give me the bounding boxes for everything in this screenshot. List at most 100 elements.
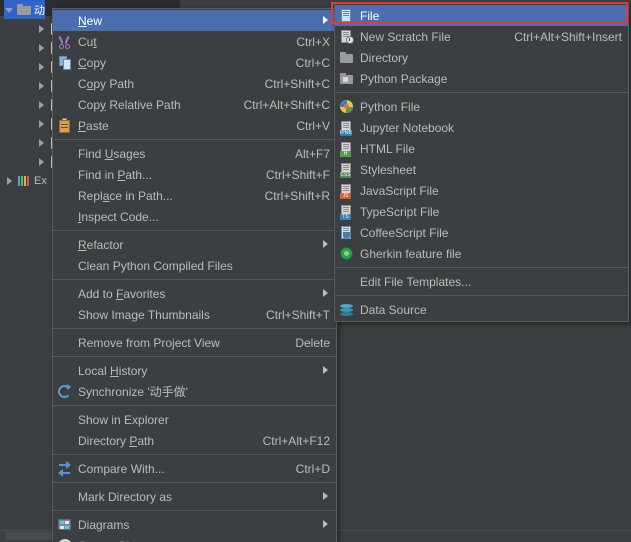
menu-item-icon-placeholder <box>57 209 73 225</box>
menu-item-label: Show in Explorer <box>78 412 169 427</box>
folder-icon <box>17 3 31 17</box>
menu-item-shortcut: Ctrl+Alt+Shift+C <box>243 97 330 112</box>
menu-item-label: Copy Path <box>78 76 135 91</box>
tree-row[interactable]: 动 <box>4 0 45 19</box>
menu-item-label: New Scratch File <box>360 29 451 44</box>
gherkin-file-icon <box>339 246 355 262</box>
menu-item-stylesheet[interactable]: CSS Stylesheet <box>335 159 628 180</box>
menu-item-shortcut: Ctrl+V <box>296 118 330 133</box>
menu-item-edit-file-templates[interactable]: Edit File Templates... <box>335 271 628 292</box>
menu-item-copy-relative-path[interactable]: Copy Relative Path Ctrl+Alt+Shift+C <box>53 94 336 115</box>
menu-separator <box>335 92 628 93</box>
tree-spacer <box>36 23 48 35</box>
scissors-icon <box>57 34 73 50</box>
javascript-file-icon: JS <box>339 183 355 199</box>
menu-item-copy[interactable]: Copy Ctrl+C <box>53 52 336 73</box>
menu-item-label: JavaScript File <box>360 183 439 198</box>
menu-item-jupyter-notebook[interactable]: IPNB Jupyter Notebook <box>335 117 628 138</box>
menu-item-label: Mark Directory as <box>78 489 173 504</box>
menu-item-icon-placeholder <box>57 433 73 449</box>
tree-spacer <box>36 99 48 111</box>
submenu-arrow-icon <box>321 520 330 529</box>
menu-item-diagrams[interactable]: Diagrams <box>53 514 336 535</box>
synchronize-icon <box>57 383 73 400</box>
menu-item-refactor[interactable]: Refactor <box>53 234 336 255</box>
menu-item-shortcut: Alt+F7 <box>294 146 330 161</box>
menu-item-shortcut: Ctrl+C <box>295 55 330 70</box>
menu-item-paste[interactable]: Paste Ctrl+V <box>53 115 336 136</box>
menu-item-label: New <box>78 13 103 28</box>
menu-item-create-gist[interactable]: Create Gist... <box>53 535 336 542</box>
submenu-arrow-icon <box>321 16 330 25</box>
python-file-icon <box>339 99 355 115</box>
menu-item-synchronize-动手做[interactable]: Synchronize '动手做' <box>53 381 336 402</box>
menu-item-icon-placeholder <box>57 363 73 379</box>
new-submenu[interactable]: File New Scratch File Ctrl+Alt+Shift+Inser… <box>334 3 629 322</box>
tree-spacer <box>36 118 48 130</box>
menu-item-typescript-file[interactable]: TS TypeScript File <box>335 201 628 222</box>
menu-item-icon-placeholder <box>57 489 73 505</box>
tree-spacer <box>36 137 48 149</box>
menu-item-find-usages[interactable]: Find Usages Alt+F7 <box>53 143 336 164</box>
menu-item-shortcut: Ctrl+D <box>295 461 330 476</box>
menu-item-local-history[interactable]: Local History <box>53 360 336 381</box>
menu-item-html-file[interactable]: H HTML File <box>335 138 628 159</box>
menu-item-label: Directory Path <box>78 433 155 448</box>
menu-item-label: Refactor <box>78 237 124 252</box>
menu-item-label: Replace in Path... <box>78 188 173 203</box>
menu-item-label: Find Usages <box>78 146 146 161</box>
menu-item-remove-from-project-view[interactable]: Remove from Project View Delete <box>53 332 336 353</box>
menu-item-javascript-file[interactable]: JS JavaScript File <box>335 180 628 201</box>
menu-separator <box>53 454 336 455</box>
tree-spacer <box>36 42 48 54</box>
menu-item-shortcut: Ctrl+X <box>296 34 330 49</box>
menu-item-copy-path[interactable]: Copy Path Ctrl+Shift+C <box>53 73 336 94</box>
menu-item-new[interactable]: New <box>53 10 336 31</box>
menu-item-label: Diagrams <box>78 517 130 532</box>
project-view-context-menu[interactable]: New Cut Ctrl+X Copy Ctrl+C Copy Path Ctrl+Shif… <box>52 8 337 542</box>
menu-item-new-scratch-file[interactable]: New Scratch File Ctrl+Alt+Shift+Insert <box>335 26 628 47</box>
menu-item-gherkin-feature-file[interactable]: Gherkin feature file <box>335 243 628 264</box>
menu-separator <box>335 267 628 268</box>
menu-item-label: Cut <box>78 34 97 49</box>
compare-icon <box>57 460 73 477</box>
menu-item-python-file[interactable]: Python File <box>335 96 628 117</box>
menu-item-label: Create Gist... <box>78 539 330 542</box>
menu-item-compare-with[interactable]: Compare With... Ctrl+D <box>53 458 336 479</box>
diagram-icon <box>57 517 73 533</box>
tree-row[interactable]: Ex <box>4 171 47 190</box>
menu-item-cut[interactable]: Cut Ctrl+X <box>53 31 336 52</box>
menu-separator <box>53 139 336 140</box>
copy-icon <box>57 55 73 71</box>
menu-item-icon-placeholder <box>57 146 73 162</box>
menu-item-data-source[interactable]: Data Source <box>335 299 628 320</box>
menu-item-replace-in-path[interactable]: Replace in Path... Ctrl+Shift+R <box>53 185 336 206</box>
menu-item-clean-python-compiled-files[interactable]: Clean Python Compiled Files <box>53 255 336 276</box>
menu-item-directory-path[interactable]: Directory Path Ctrl+Alt+F12 <box>53 430 336 451</box>
tree-twisty-icon[interactable] <box>4 175 16 187</box>
menu-item-directory[interactable]: Directory <box>335 47 628 68</box>
menu-item-file[interactable]: File <box>335 5 628 26</box>
menu-item-show-image-thumbnails[interactable]: Show Image Thumbnails Ctrl+Shift+T <box>53 304 336 325</box>
tree-row-label: 动 <box>34 4 45 17</box>
menu-item-show-in-explorer[interactable]: Show in Explorer <box>53 409 336 430</box>
menu-item-label: Python File <box>360 99 421 114</box>
menu-item-shortcut: Ctrl+Shift+C <box>264 76 330 91</box>
python-package-icon <box>339 71 355 87</box>
github-gist-icon <box>57 538 73 542</box>
menu-item-mark-directory-as[interactable]: Mark Directory as <box>53 486 336 507</box>
menu-item-label: Directory <box>360 50 409 65</box>
menu-item-label: TypeScript File <box>360 204 440 219</box>
jupyter-notebook-icon: IPNB <box>339 120 355 136</box>
menu-item-add-to-favorites[interactable]: Add to Favorites <box>53 283 336 304</box>
menu-item-inspect-code[interactable]: Inspect Code... <box>53 206 336 227</box>
menu-item-icon-placeholder <box>57 97 73 113</box>
menu-item-icon-placeholder <box>57 335 73 351</box>
submenu-arrow-icon <box>321 289 330 298</box>
menu-item-find-in-path[interactable]: Find in Path... Ctrl+Shift+F <box>53 164 336 185</box>
menu-item-python-package[interactable]: Python Package <box>335 68 628 89</box>
menu-item-shortcut: Ctrl+Shift+F <box>265 167 330 182</box>
menu-item-coffeescript-file[interactable]: CoffeeScript File <box>335 222 628 243</box>
menu-item-shortcut: Ctrl+Shift+R <box>264 188 330 203</box>
tree-twisty-icon[interactable] <box>4 4 16 16</box>
